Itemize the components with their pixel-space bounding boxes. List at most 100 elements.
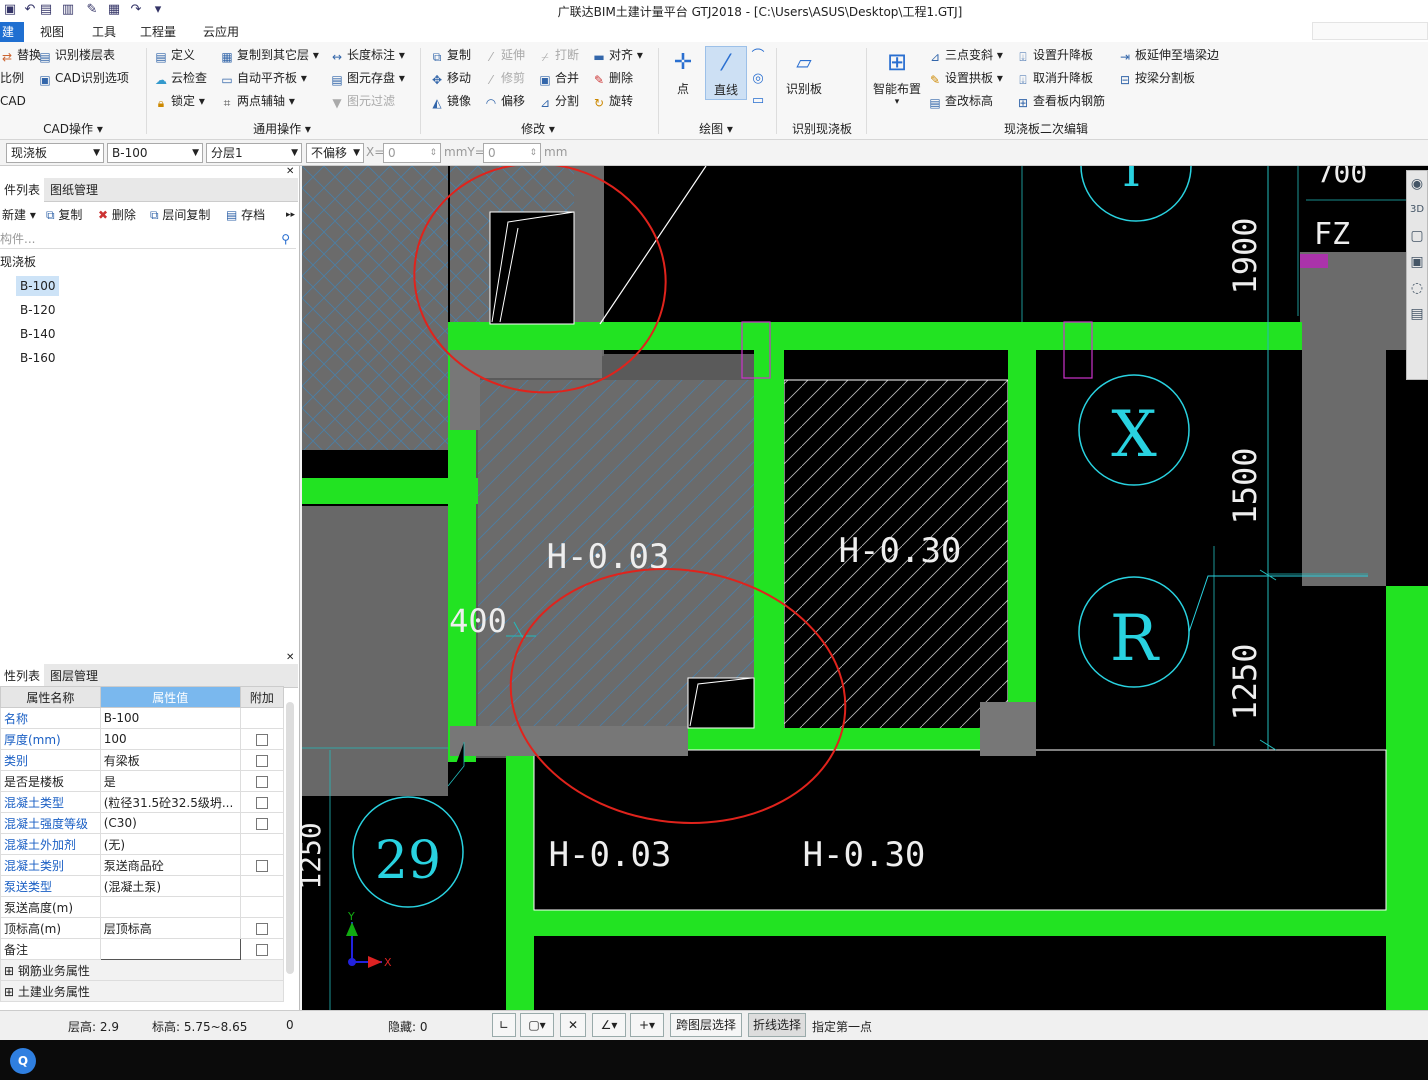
table-row[interactable]: 备注 [0,938,285,960]
y-input[interactable]: 0 ⇕ [483,143,541,163]
view-slab-rebar-button[interactable]: ⊞ 查看板内钢筋 [1016,91,1105,111]
three-point-slope-button[interactable]: ⊿ 三点变斜 ▾ [928,45,1003,65]
offset-select[interactable]: 不偏移 ▼ [306,143,364,163]
tab-layer-manage[interactable]: 图层管理 [46,664,102,688]
tree-item[interactable]: B-140 [16,324,59,344]
drawing-canvas[interactable]: X R 29 I H-0.03 H-0.30 H-0.03 H-0.30 400… [294,110,1428,1010]
table-row[interactable]: ⊞ 土建业务属性 [0,980,284,1002]
auto-align-slab-button[interactable]: ▭ 自动平齐板 ▾ [220,68,307,88]
close-icon[interactable]: ✕ [286,166,294,177]
menu-quantity[interactable]: 工程量 [134,22,182,42]
extend-slab-to-wall-button[interactable]: ⇥ 板延伸至墙梁边 [1118,45,1219,65]
angle-toggle[interactable]: ∠▾ [592,1013,626,1037]
trim-button[interactable]: ⁄ 修剪 [484,68,525,88]
group-label-draw[interactable]: 绘图 ▾ [660,120,772,136]
layer-select[interactable]: 分层1 ▼ [206,143,302,163]
split-button[interactable]: ⊿ 分割 [538,91,579,111]
delete-component-button[interactable]: ✖ 删除 [98,205,136,225]
length-dimension-button[interactable]: ↔ 长度标注 ▾ [330,45,405,65]
tab-component-list[interactable]: 件列表 [0,178,45,202]
lock-button[interactable]: 🔒︎ 锁定 ▾ [154,91,205,111]
scale-button[interactable]: 比例 [0,68,24,88]
break-button[interactable]: ⌿ 打断 [538,45,579,65]
snap-toggle[interactable]: ▢▾ [520,1013,554,1037]
beam-selected[interactable] [478,350,602,378]
table-row[interactable]: 泵送类型 (混凝土泵) [0,875,285,897]
tree-group[interactable]: 现浇板 [0,252,36,272]
set-elevation-change-button[interactable]: ⍗ 设置升降板 [1016,45,1093,65]
x-input[interactable]: 0 ⇕ [383,143,441,163]
floor-copy-button[interactable]: ⧉ 层间复制 [150,205,210,225]
checkbox[interactable] [255,754,268,767]
copy-button[interactable]: ⧉ 复制 [430,45,471,65]
mirror-button[interactable]: ◭ 镜像 [430,91,471,111]
beam-selected[interactable] [450,726,688,756]
layers-icon[interactable]: ▤ [1407,301,1427,327]
component-type-select[interactable]: 现浇板 ▼ [6,143,104,163]
cad-drawing[interactable]: X R 29 I H-0.03 H-0.30 H-0.03 H-0.30 400… [294,110,1428,1010]
checkbox[interactable] [255,943,268,956]
cad-button[interactable]: CAD [0,91,26,111]
delete-button[interactable]: ✎ 删除 [592,68,633,88]
element-filter-button[interactable]: ▼ 图元过滤 [330,91,395,111]
table-row[interactable]: 是否是楼板是 [0,770,285,792]
rect-icon[interactable]: ▭ [750,90,766,112]
polyline-select-button[interactable]: 折线选择 [748,1013,806,1037]
table-row[interactable]: 顶标高(m) 层顶标高 [0,917,285,939]
column[interactable] [1302,350,1386,586]
table-row[interactable]: ⊞ 钢筋业务属性 [0,959,284,981]
menu-tools[interactable]: 工具 [86,22,122,42]
slab-region[interactable] [533,749,1387,911]
window-icon[interactable]: ▢ [1407,223,1427,249]
copy-to-other-floor-button[interactable]: ▦ 复制到其它层 ▾ [220,45,319,65]
group-label-modify[interactable]: 修改 ▾ [420,120,656,136]
group-label-general[interactable]: 通用操作 ▾ [146,120,418,136]
table-row[interactable]: 泵送高度(m) [0,896,285,918]
scrollbar[interactable] [286,702,294,974]
menu-view[interactable]: 视图 [34,22,70,42]
cloud-check-button[interactable]: ☁ 云检查 [154,68,207,88]
view-cube-icon[interactable]: ◉ [1407,171,1427,197]
beam[interactable] [302,478,478,504]
beam-selected[interactable] [450,350,480,430]
table-row[interactable]: 厚度(mm) 100 [0,728,285,750]
split-by-beam-button[interactable]: ⊟ 按梁分割板 [1118,68,1195,88]
checkbox[interactable] [255,796,268,809]
close-icon[interactable]: ✕ [286,652,294,663]
define-button[interactable]: ▤ 定义 [154,45,195,65]
merge-button[interactable]: ▣ 合并 [538,68,579,88]
beam[interactable] [1008,350,1036,760]
rotate-view-icon[interactable]: ◌ [1407,275,1427,301]
menu-modeling[interactable]: 建模 [0,22,24,59]
slab-region[interactable] [302,506,448,796]
extend-button[interactable]: ⁄ 延伸 [484,45,525,65]
tab-drawing-manage[interactable]: 图纸管理 [46,178,102,202]
slab-region[interactable] [302,166,448,450]
identify-slab-button[interactable]: ▱ 识别板 [782,50,826,97]
new-button[interactable]: 新建 ▾ [2,205,36,225]
table-row[interactable]: 类别 有梁板 [0,749,285,771]
ortho-toggle[interactable]: ∟ [492,1013,516,1037]
tree-item[interactable]: B-120 [16,300,59,320]
arc-icon[interactable]: ⌒ [750,46,766,68]
box-icon[interactable]: ▣ [1407,249,1427,275]
cross-layer-select-button[interactable]: 跨图层选择 [670,1013,742,1037]
3d-view-icon[interactable]: 3D [1407,197,1427,223]
remark-input[interactable] [99,938,241,960]
table-row[interactable]: 混凝土类型 (粒径31.5砼32.5级坍... [0,791,285,813]
group-label-cad[interactable]: CAD操作 ▾ [0,120,146,136]
identify-floor-table-button[interactable]: ▤ 识别楼层表 [38,45,115,65]
two-point-axis-button[interactable]: ⌗ 两点辅轴 ▾ [220,91,295,111]
align-button[interactable]: ▬ 对齐 ▾ [592,45,643,65]
tree-item[interactable]: B-100 [16,276,60,296]
cancel-elevation-change-button[interactable]: ⍗ 取消升降板 [1016,68,1093,88]
table-row[interactable]: 混凝土类别 泵送商品砼 [0,854,285,876]
cad-options-button[interactable]: ▣ CAD识别选项 [38,68,129,88]
beam[interactable] [754,350,784,760]
tab-property-list[interactable]: 性列表 [0,664,45,688]
move-button[interactable]: ✥ 移动 [430,68,471,88]
circle-icon[interactable]: ◎ [750,68,766,90]
line-button[interactable]: ⁄ 直线 [705,46,747,100]
smart-layout-button[interactable]: ⊞ 智能布置 ▾ [870,48,924,107]
rotate-button[interactable]: ↻ 旋转 [592,91,633,111]
